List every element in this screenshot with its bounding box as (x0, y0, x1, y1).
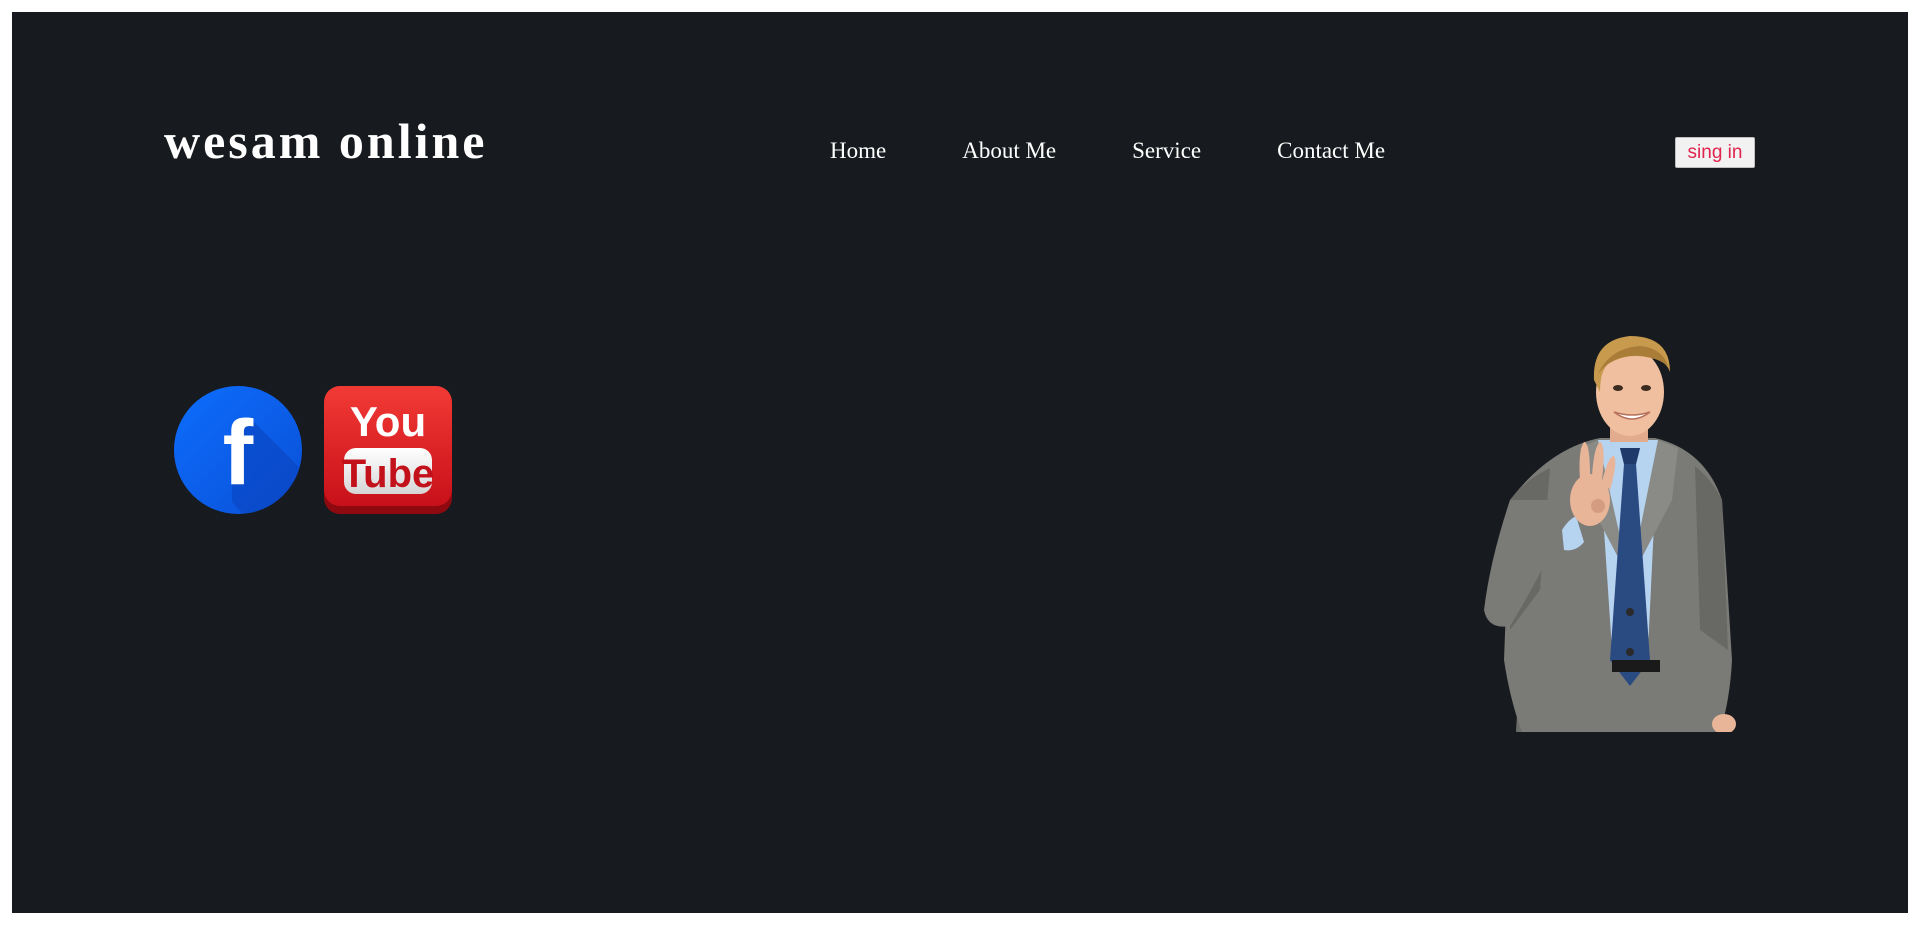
nav-home-link[interactable]: Home (830, 138, 886, 164)
main-nav: Home About Me Service Contact Me (830, 138, 1385, 164)
nav-about-link[interactable]: About Me (962, 138, 1056, 164)
facebook-glyph: f (223, 402, 254, 504)
youtube-icon[interactable]: You Tube (322, 384, 454, 516)
youtube-you-text: You (350, 398, 426, 445)
youtube-tube-text: Tube (342, 452, 435, 496)
facebook-icon[interactable]: f (172, 384, 304, 516)
nav-service-link[interactable]: Service (1132, 138, 1201, 164)
nav-contact-link[interactable]: Contact Me (1277, 138, 1385, 164)
businessman-image (1484, 336, 1736, 732)
signin-button[interactable]: sing in (1675, 137, 1755, 168)
site-logo[interactable]: wesam online (164, 112, 488, 170)
page-container: wesam online Home About Me Service Conta… (12, 12, 1908, 913)
